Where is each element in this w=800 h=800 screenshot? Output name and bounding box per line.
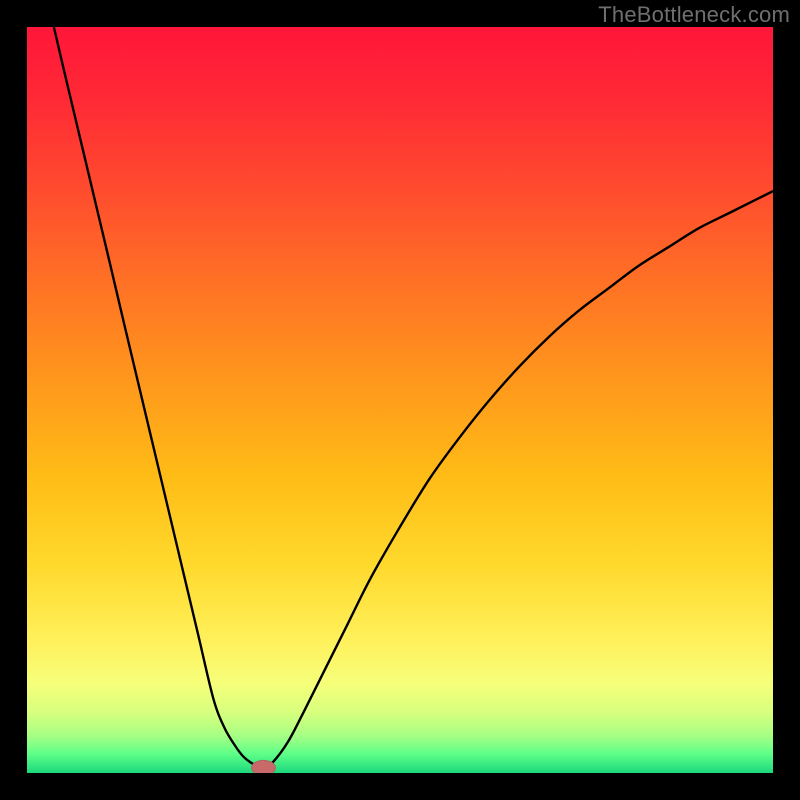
chart-svg — [27, 27, 773, 773]
plot-area — [27, 27, 773, 773]
chart-frame: TheBottleneck.com — [0, 0, 800, 800]
minimum-marker — [252, 760, 276, 773]
gradient-background — [27, 27, 773, 773]
watermark-text: TheBottleneck.com — [598, 2, 790, 28]
